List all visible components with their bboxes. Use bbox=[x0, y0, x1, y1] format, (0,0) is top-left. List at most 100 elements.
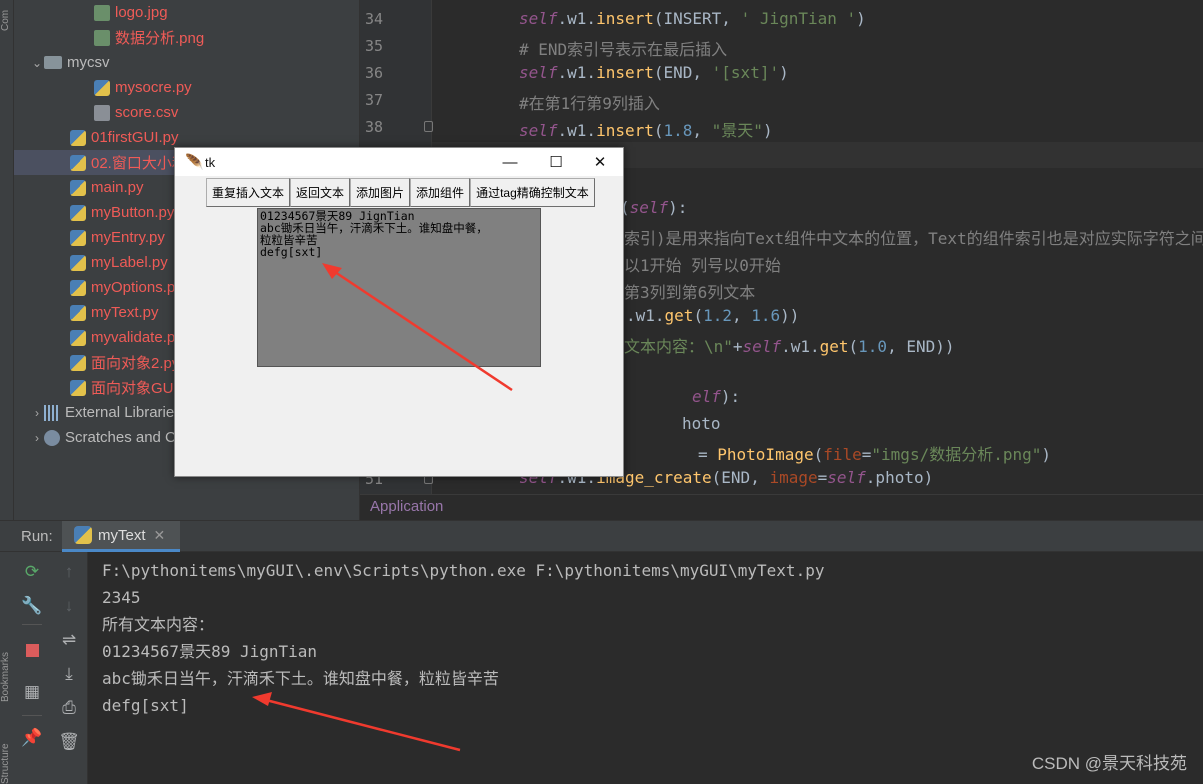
bottom-side-strip: Bookmarks Structure bbox=[0, 552, 14, 784]
tree-item[interactable]: ⌄ mycsv bbox=[14, 50, 359, 75]
run-label: Run: bbox=[21, 528, 53, 545]
console-line: F:\pythonitems\myGUI\.env\Scripts\python… bbox=[102, 561, 825, 580]
python-file-icon bbox=[70, 354, 86, 371]
tag-control-text-button[interactable]: 通过tag精确控制文本 bbox=[470, 178, 595, 207]
close-icon[interactable]: ✕ bbox=[154, 527, 166, 544]
tree-item-label: 面向对象GUI. bbox=[91, 380, 182, 397]
breadcrumb[interactable]: Application bbox=[360, 494, 1203, 520]
code-line: 文本内容：\n"+self.w1.get(1.0, END)) bbox=[624, 337, 955, 356]
run-tab-mytext[interactable]: myText ✕ bbox=[62, 521, 180, 552]
code-line: 以1开始 列号以0开始 bbox=[624, 256, 781, 275]
image-icon bbox=[94, 29, 110, 46]
print-icon[interactable]: ⎙ bbox=[57, 696, 81, 720]
add-widget-button[interactable]: 添加组件 bbox=[410, 178, 471, 207]
tree-item-label: 01firstGUI.py bbox=[91, 129, 179, 146]
console-line: 所有文本内容： bbox=[102, 615, 215, 634]
tk-feather-icon: 🪶 bbox=[185, 154, 204, 171]
stop-icon[interactable] bbox=[20, 638, 44, 662]
code-line: 第3列到第6列文本 bbox=[624, 283, 756, 302]
code-line: 索引)是用来指向Text组件中文本的位置，Text的组件索引也是对应实际字符之间 bbox=[624, 229, 1203, 248]
chevron-right-icon[interactable]: › bbox=[30, 406, 44, 420]
python-file-icon bbox=[70, 279, 86, 296]
line-number: 36 bbox=[364, 64, 383, 82]
minimize-button[interactable]: — bbox=[487, 148, 533, 176]
python-file-icon bbox=[70, 154, 86, 171]
tk-titlebar[interactable]: 🪶 tk — ☐ ✕ bbox=[175, 148, 623, 176]
bookmarks-strip-label[interactable]: Bookmarks bbox=[0, 582, 14, 702]
commit-strip-label[interactable]: Com bbox=[0, 0, 14, 40]
line-number: 37 bbox=[364, 91, 383, 109]
trash-icon[interactable]: 🗑 bbox=[57, 730, 81, 754]
layout-icon[interactable]: ▦ bbox=[20, 680, 44, 704]
library-icon bbox=[44, 404, 60, 421]
code-line: elf): bbox=[692, 387, 741, 406]
down-arrow-icon[interactable]: ↓ bbox=[57, 594, 81, 618]
run-tab-label: myText bbox=[98, 526, 146, 544]
tree-item-label: myText.py bbox=[91, 304, 159, 321]
scroll-to-end-icon[interactable]: ⤓ bbox=[57, 662, 81, 686]
tree-item-label: mycsv bbox=[67, 54, 110, 71]
tree-item-label: myButton.py bbox=[91, 204, 175, 221]
line-number: 38 bbox=[364, 118, 383, 136]
python-file-icon bbox=[70, 304, 86, 321]
maximize-button[interactable]: ☐ bbox=[533, 148, 579, 176]
tree-item[interactable]: 数据分析.png bbox=[14, 25, 359, 50]
line-number: 34 bbox=[364, 10, 383, 28]
tree-item-label: myvalidate.p bbox=[91, 329, 176, 346]
left-tool-strip: Com bbox=[0, 0, 14, 520]
code-line: #在第1行第9列插入 bbox=[519, 94, 660, 113]
console-line: 2345 bbox=[102, 588, 141, 607]
tree-item-label: myLabel.py bbox=[91, 254, 168, 271]
run-toolbar: ⟳ ↑ 🔧 ↓ ⇌ ⤓ ▦ ⎙ 📌 🗑 bbox=[14, 552, 88, 784]
text-line: defg[sxt] bbox=[260, 245, 323, 259]
python-file-icon bbox=[70, 329, 86, 346]
python-file-icon bbox=[70, 254, 86, 271]
tree-item-label: Scratches and C bbox=[65, 429, 176, 446]
tk-window: 🪶 tk — ☐ ✕ 重复插入文本 返回文本 添加图片 添加组件 通过tag精确… bbox=[174, 147, 624, 477]
return-text-button[interactable]: 返回文本 bbox=[290, 178, 351, 207]
tree-item-label: External Librarie bbox=[65, 404, 175, 421]
tree-item[interactable]: score.csv bbox=[14, 100, 359, 125]
tree-item[interactable]: logo.jpg bbox=[14, 0, 359, 25]
structure-strip-label[interactable]: Structure bbox=[0, 712, 14, 784]
up-arrow-icon[interactable]: ↑ bbox=[57, 560, 81, 584]
console-line: 01234567景天89 JignTian bbox=[102, 642, 318, 661]
tree-item-label: score.csv bbox=[115, 104, 179, 121]
folder-icon bbox=[44, 56, 62, 69]
python-icon bbox=[74, 526, 92, 544]
tree-item-label: myOptions.p bbox=[91, 279, 176, 296]
python-file-icon bbox=[70, 204, 86, 221]
soft-wrap-icon[interactable]: ⇌ bbox=[57, 628, 81, 652]
text-file-icon bbox=[94, 104, 110, 121]
pin-icon[interactable]: 📌 bbox=[20, 726, 44, 750]
repeat-insert-text-button[interactable]: 重复插入文本 bbox=[206, 178, 291, 207]
chevron-down-icon[interactable]: ⌄ bbox=[30, 56, 44, 70]
code-line: self.w1.insert(1.8, "景天") bbox=[519, 121, 773, 140]
chevron-right-icon[interactable]: › bbox=[30, 431, 44, 445]
code-line: .w1.get(1.2, 1.6)) bbox=[626, 306, 800, 325]
csdn-watermark: CSDN @景天科技苑 bbox=[1031, 754, 1187, 773]
python-file-icon bbox=[70, 129, 86, 146]
code-line: # END索引号表示在最后插入 bbox=[519, 40, 728, 59]
tree-item[interactable]: mysocre.py bbox=[14, 75, 359, 100]
code-line: (self): bbox=[620, 198, 688, 217]
wrench-icon[interactable]: 🔧 bbox=[20, 594, 44, 618]
close-window-button[interactable]: ✕ bbox=[577, 148, 623, 176]
python-file-icon bbox=[70, 179, 86, 196]
run-panel-header: Run: myText ✕ bbox=[0, 520, 1203, 552]
code-line: self.w1.insert(END, '[sxt]') bbox=[519, 63, 789, 82]
code-line: = PhotoImage(file="imgs/数据分析.png") bbox=[698, 445, 1052, 464]
tree-item-label: myEntry.py bbox=[91, 229, 165, 246]
rerun-icon[interactable]: ⟳ bbox=[20, 560, 44, 584]
python-file-icon bbox=[70, 229, 86, 246]
separator bbox=[22, 624, 42, 625]
image-icon bbox=[94, 4, 110, 21]
line-number: 35 bbox=[364, 37, 383, 55]
tk-text-widget[interactable]: 01234567景天89 JignTian abc锄禾日当午，汗滴禾下土。谁知盘… bbox=[257, 208, 541, 367]
tk-button-bar: 重复插入文本 返回文本 添加图片 添加组件 通过tag精确控制文本 bbox=[206, 178, 595, 208]
console-line: abc锄禾日当午，汗滴禾下土。谁知盘中餐，粒粒皆辛苦 bbox=[102, 669, 499, 688]
code-line: hoto bbox=[682, 414, 721, 433]
add-image-button[interactable]: 添加图片 bbox=[350, 178, 411, 207]
tree-item-label: 02.窗口大小和 bbox=[91, 155, 187, 172]
python-file-icon bbox=[70, 379, 86, 396]
